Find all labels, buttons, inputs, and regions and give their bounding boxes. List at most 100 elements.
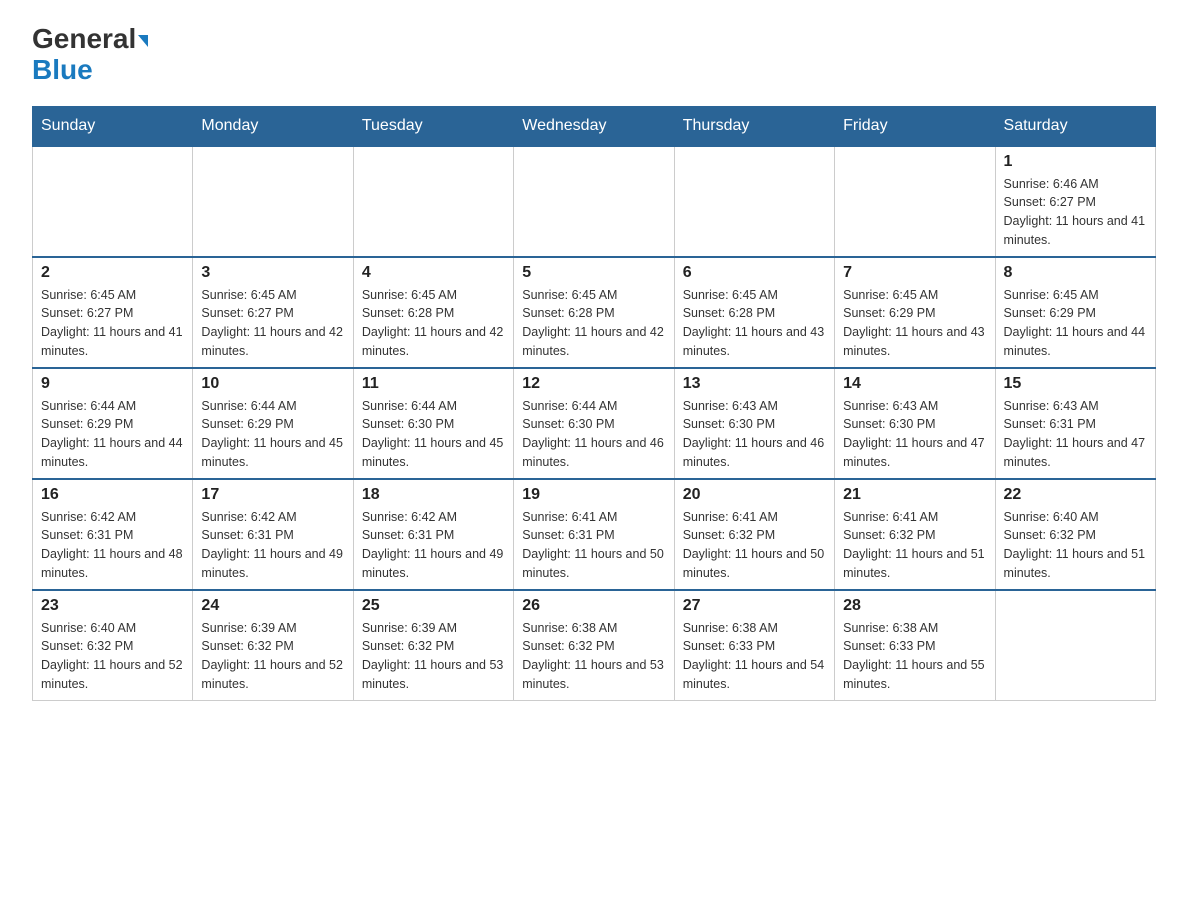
calendar-cell: 11 Sunrise: 6:44 AMSunset: 6:30 PMDayligh… (353, 368, 513, 479)
day-number: 13 (683, 375, 826, 393)
day-info: Sunrise: 6:41 AMSunset: 6:31 PMDaylight:… (522, 508, 665, 583)
calendar-cell: 15 Sunrise: 6:43 AMSunset: 6:31 PMDayligh… (995, 368, 1155, 479)
calendar-cell: 21Sunrise: 6:41 AMSunset: 6:32 PMDayligh… (835, 479, 995, 590)
day-number: 12 (522, 375, 665, 393)
day-number: 1 (1004, 153, 1147, 171)
calendar-cell: 7Sunrise: 6:45 AMSunset: 6:29 PMDaylight… (835, 257, 995, 368)
day-info: Sunrise: 6:43 AMSunset: 6:30 PMDaylight:… (683, 397, 826, 472)
day-info: Sunrise: 6:41 AMSunset: 6:32 PMDaylight:… (843, 508, 986, 583)
calendar-cell: 10 Sunrise: 6:44 AMSunset: 6:29 PMDayligh… (193, 368, 353, 479)
calendar-cell: 27 Sunrise: 6:38 AMSunset: 6:33 PMDayligh… (674, 590, 834, 701)
calendar-week-row: 1 Sunrise: 6:46 AMSunset: 6:27 PMDaylight… (33, 146, 1156, 257)
day-number: 18 (362, 486, 505, 504)
calendar-cell: 25 Sunrise: 6:39 AMSunset: 6:32 PMDayligh… (353, 590, 513, 701)
day-info: Sunrise: 6:45 AMSunset: 6:29 PMDaylight:… (1004, 286, 1147, 361)
day-info: Sunrise: 6:46 AMSunset: 6:27 PMDaylight:… (1004, 175, 1147, 250)
calendar-cell: 4 Sunrise: 6:45 AMSunset: 6:28 PMDaylight… (353, 257, 513, 368)
calendar-cell: 9 Sunrise: 6:44 AMSunset: 6:29 PMDaylight… (33, 368, 193, 479)
day-info: Sunrise: 6:44 AMSunset: 6:30 PMDaylight:… (522, 397, 665, 472)
day-info: Sunrise: 6:45 AMSunset: 6:29 PMDaylight:… (843, 286, 986, 361)
day-number: 24 (201, 597, 344, 615)
day-number: 11 (362, 375, 505, 393)
day-info: Sunrise: 6:44 AMSunset: 6:29 PMDaylight:… (41, 397, 184, 472)
day-number: 26 (522, 597, 665, 615)
calendar-cell: 28 Sunrise: 6:38 AMSunset: 6:33 PMDayligh… (835, 590, 995, 701)
calendar-week-row: 16 Sunrise: 6:42 AMSunset: 6:31 PMDayligh… (33, 479, 1156, 590)
day-info: Sunrise: 6:43 AMSunset: 6:30 PMDaylight:… (843, 397, 986, 472)
logo-blue: Blue (32, 55, 93, 86)
calendar-cell (193, 146, 353, 257)
day-info: Sunrise: 6:38 AMSunset: 6:32 PMDaylight:… (522, 619, 665, 694)
calendar-week-row: 23 Sunrise: 6:40 AMSunset: 6:32 PMDayligh… (33, 590, 1156, 701)
day-info: Sunrise: 6:45 AMSunset: 6:28 PMDaylight:… (683, 286, 826, 361)
weekday-header-wednesday: Wednesday (514, 106, 674, 146)
day-info: Sunrise: 6:38 AMSunset: 6:33 PMDaylight:… (683, 619, 826, 694)
weekday-header-saturday: Saturday (995, 106, 1155, 146)
day-info: Sunrise: 6:44 AMSunset: 6:29 PMDaylight:… (201, 397, 344, 472)
day-info: Sunrise: 6:42 AMSunset: 6:31 PMDaylight:… (41, 508, 184, 583)
day-number: 3 (201, 264, 344, 282)
calendar-cell: 16 Sunrise: 6:42 AMSunset: 6:31 PMDayligh… (33, 479, 193, 590)
day-info: Sunrise: 6:38 AMSunset: 6:33 PMDaylight:… (843, 619, 986, 694)
day-number: 25 (362, 597, 505, 615)
calendar-cell: 1 Sunrise: 6:46 AMSunset: 6:27 PMDaylight… (995, 146, 1155, 257)
day-number: 10 (201, 375, 344, 393)
calendar-table: SundayMondayTuesdayWednesdayThursdayFrid… (32, 106, 1156, 701)
day-number: 27 (683, 597, 826, 615)
day-info: Sunrise: 6:45 AMSunset: 6:28 PMDaylight:… (362, 286, 505, 361)
day-number: 28 (843, 597, 986, 615)
calendar-cell: 3 Sunrise: 6:45 AMSunset: 6:27 PMDaylight… (193, 257, 353, 368)
calendar-cell: 26 Sunrise: 6:38 AMSunset: 6:32 PMDayligh… (514, 590, 674, 701)
calendar-cell (353, 146, 513, 257)
day-info: Sunrise: 6:43 AMSunset: 6:31 PMDaylight:… (1004, 397, 1147, 472)
day-info: Sunrise: 6:40 AMSunset: 6:32 PMDaylight:… (41, 619, 184, 694)
calendar-cell (514, 146, 674, 257)
calendar-cell: 20 Sunrise: 6:41 AMSunset: 6:32 PMDayligh… (674, 479, 834, 590)
weekday-header-sunday: Sunday (33, 106, 193, 146)
day-number: 23 (41, 597, 184, 615)
day-number: 2 (41, 264, 184, 282)
weekday-header-tuesday: Tuesday (353, 106, 513, 146)
day-number: 14 (843, 375, 986, 393)
calendar-cell: 24 Sunrise: 6:39 AMSunset: 6:32 PMDayligh… (193, 590, 353, 701)
calendar-cell: 14 Sunrise: 6:43 AMSunset: 6:30 PMDayligh… (835, 368, 995, 479)
day-info: Sunrise: 6:45 AMSunset: 6:27 PMDaylight:… (41, 286, 184, 361)
calendar-cell (995, 590, 1155, 701)
calendar-week-row: 2 Sunrise: 6:45 AMSunset: 6:27 PMDaylight… (33, 257, 1156, 368)
day-number: 22 (1004, 486, 1147, 504)
day-number: 8 (1004, 264, 1147, 282)
calendar-week-row: 9 Sunrise: 6:44 AMSunset: 6:29 PMDaylight… (33, 368, 1156, 479)
calendar-cell: 8 Sunrise: 6:45 AMSunset: 6:29 PMDaylight… (995, 257, 1155, 368)
calendar-cell (33, 146, 193, 257)
calendar-cell (835, 146, 995, 257)
day-info: Sunrise: 6:42 AMSunset: 6:31 PMDaylight:… (201, 508, 344, 583)
day-number: 6 (683, 264, 826, 282)
calendar-cell: 19 Sunrise: 6:41 AMSunset: 6:31 PMDayligh… (514, 479, 674, 590)
logo-general: General (32, 24, 148, 55)
day-number: 20 (683, 486, 826, 504)
calendar-cell: 2 Sunrise: 6:45 AMSunset: 6:27 PMDaylight… (33, 257, 193, 368)
day-info: Sunrise: 6:45 AMSunset: 6:28 PMDaylight:… (522, 286, 665, 361)
weekday-header-monday: Monday (193, 106, 353, 146)
day-info: Sunrise: 6:45 AMSunset: 6:27 PMDaylight:… (201, 286, 344, 361)
day-info: Sunrise: 6:39 AMSunset: 6:32 PMDaylight:… (201, 619, 344, 694)
logo: General Blue (32, 24, 148, 86)
day-number: 19 (522, 486, 665, 504)
day-number: 15 (1004, 375, 1147, 393)
day-number: 16 (41, 486, 184, 504)
calendar-cell: 18 Sunrise: 6:42 AMSunset: 6:31 PMDayligh… (353, 479, 513, 590)
weekday-header-thursday: Thursday (674, 106, 834, 146)
calendar-cell: 6 Sunrise: 6:45 AMSunset: 6:28 PMDaylight… (674, 257, 834, 368)
day-info: Sunrise: 6:39 AMSunset: 6:32 PMDaylight:… (362, 619, 505, 694)
weekday-header-friday: Friday (835, 106, 995, 146)
day-number: 9 (41, 375, 184, 393)
calendar-cell: 17Sunrise: 6:42 AMSunset: 6:31 PMDayligh… (193, 479, 353, 590)
calendar-cell: 23 Sunrise: 6:40 AMSunset: 6:32 PMDayligh… (33, 590, 193, 701)
day-number: 4 (362, 264, 505, 282)
day-info: Sunrise: 6:44 AMSunset: 6:30 PMDaylight:… (362, 397, 505, 472)
calendar-cell: 22Sunrise: 6:40 AMSunset: 6:32 PMDayligh… (995, 479, 1155, 590)
day-info: Sunrise: 6:41 AMSunset: 6:32 PMDaylight:… (683, 508, 826, 583)
calendar-cell (674, 146, 834, 257)
page-header: General Blue (32, 24, 1156, 86)
day-info: Sunrise: 6:42 AMSunset: 6:31 PMDaylight:… (362, 508, 505, 583)
